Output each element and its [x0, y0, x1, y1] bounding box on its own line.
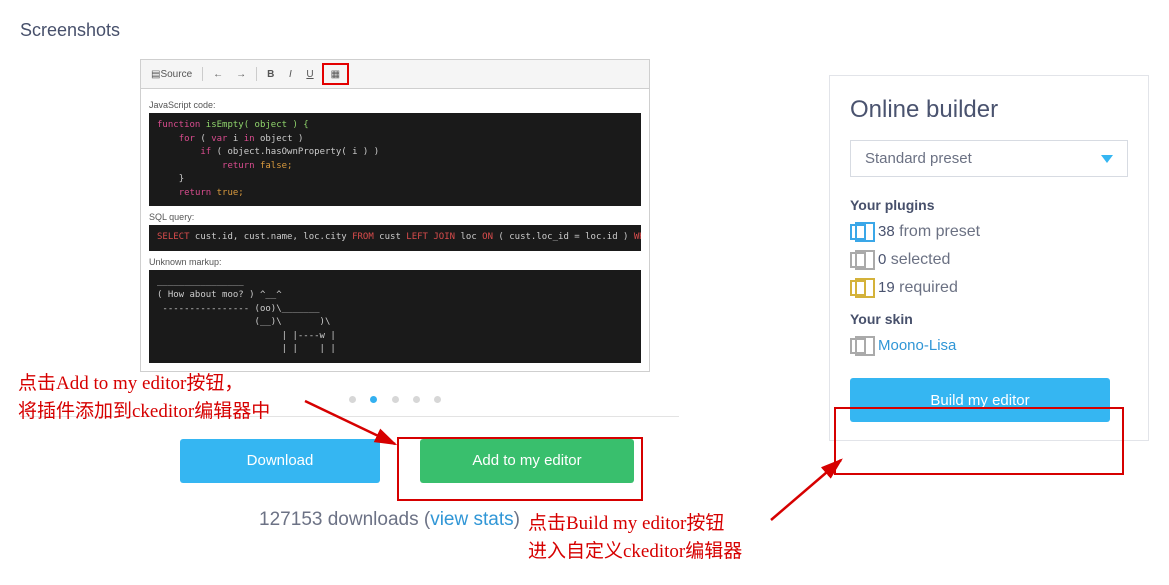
sql-label: SQL query: — [149, 212, 641, 222]
unknown-label: Unknown markup: — [149, 257, 641, 267]
pager-dot-active[interactable] — [370, 396, 377, 403]
italic-button[interactable]: I — [282, 65, 298, 83]
download-button[interactable]: Download — [180, 439, 380, 483]
pager-dot[interactable] — [413, 396, 420, 403]
skin-link[interactable]: Moono-Lisa — [878, 337, 956, 354]
pager-dot[interactable] — [349, 396, 356, 403]
js-code-block: function isEmpty( object ) { for ( var i… — [149, 113, 641, 206]
highlighted-toolbar-button[interactable]: ▦ — [322, 63, 349, 85]
skin-row: Moono-Lisa — [850, 337, 1128, 354]
sql-code-block: SELECT cust.id, cust.name, loc.city FROM… — [149, 225, 641, 251]
code-icon: ▦ — [326, 65, 345, 83]
source-button[interactable]: ▤ Source — [146, 65, 197, 83]
ascii-block: ________________ ( How about moo? ) ^__^… — [149, 270, 641, 363]
online-builder-panel: Online builder Standard preset Your plug… — [829, 75, 1149, 441]
annotation-left: 点击Add to my editor按钮， 将插件添加到ckeditor编辑器中 — [18, 370, 270, 425]
stack-icon — [850, 280, 866, 296]
plugins-from-preset: 38 from preset — [850, 223, 1128, 241]
skin-title: Your skin — [850, 311, 1128, 327]
pager-dot[interactable] — [434, 396, 441, 403]
stack-icon — [850, 224, 866, 240]
chevron-down-icon — [1101, 155, 1113, 163]
pager-dot[interactable] — [392, 396, 399, 403]
stack-icon — [850, 252, 866, 268]
annotation-right: 点击Build my editor按钮 进入自定义ckeditor编辑器 — [528, 510, 742, 565]
preset-value: Standard preset — [865, 150, 972, 167]
builder-title: Online builder — [850, 96, 1128, 124]
plugins-selected: 0 selected — [850, 251, 1128, 269]
preset-select[interactable]: Standard preset — [850, 140, 1128, 177]
editor-toolbar: ▤ Source ← → B I U ▦ — [141, 60, 649, 89]
bold-button[interactable]: B — [262, 65, 279, 83]
undo-button[interactable]: ← — [208, 65, 228, 83]
redo-button[interactable]: → — [231, 65, 251, 83]
build-editor-button[interactable]: Build my editor — [850, 378, 1110, 422]
plugins-title: Your plugins — [850, 197, 1128, 213]
section-title: Screenshots — [20, 20, 799, 41]
view-stats-link[interactable]: view stats — [430, 509, 513, 530]
js-label: JavaScript code: — [149, 100, 641, 110]
screenshot-preview: ▤ Source ← → B I U ▦ JavaScript code: fu… — [140, 59, 650, 372]
add-to-editor-button[interactable]: Add to my editor — [420, 439, 634, 483]
editor-content: JavaScript code: function isEmpty( objec… — [141, 89, 649, 371]
underline-button[interactable]: U — [301, 65, 318, 83]
download-count: 127153 — [259, 509, 322, 530]
stack-icon — [850, 338, 866, 354]
plugins-required: 19 required — [850, 279, 1128, 297]
